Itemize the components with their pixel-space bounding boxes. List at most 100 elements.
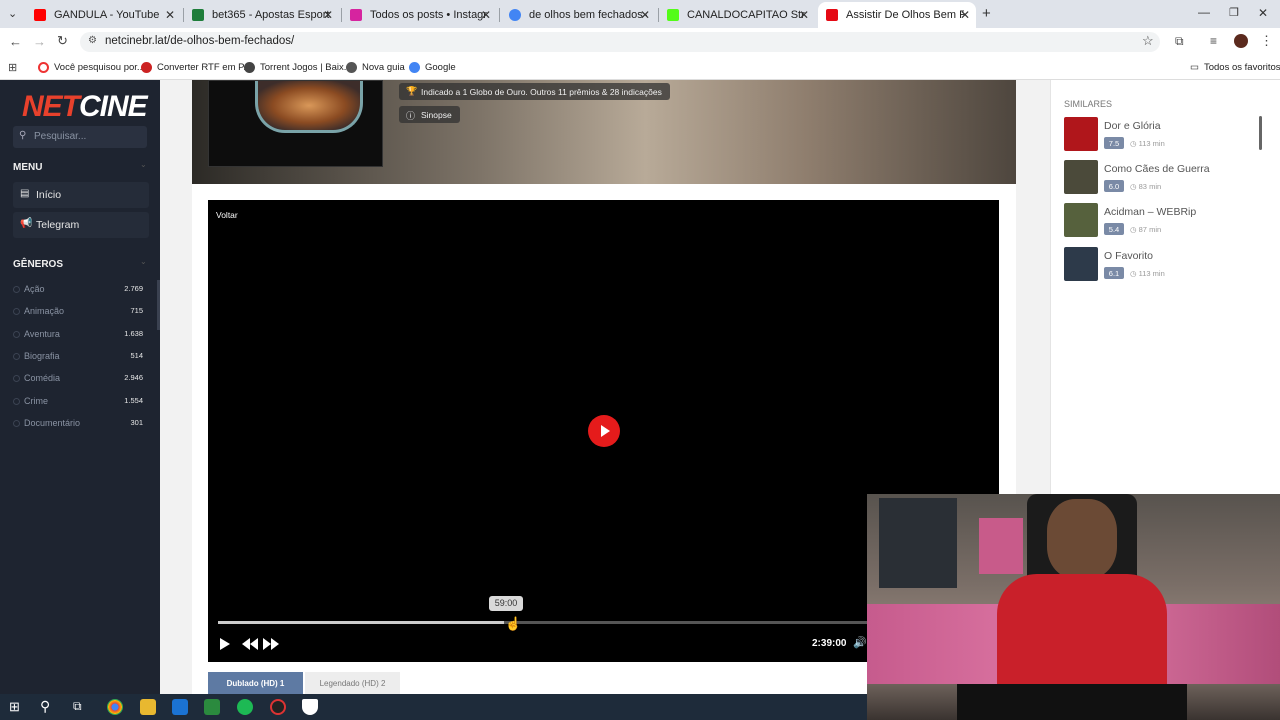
similar-item[interactable]: Dor e Glória 7.5 ◷ 113 min (1064, 117, 1254, 151)
genre-count: 514 (130, 351, 143, 360)
menu-item-inicio[interactable]: ▤ Início (13, 182, 149, 208)
similar-item[interactable]: Como Cães de Guerra 6.0 ◷ 83 min (1064, 160, 1254, 194)
tab-kick[interactable]: CANALDOCAPITAO Stream - W ✕ (659, 2, 815, 28)
play-button[interactable] (588, 415, 620, 447)
fast-forward-icon[interactable] (262, 637, 280, 651)
panel-scrollbar[interactable] (1259, 116, 1262, 150)
media-control-icon[interactable]: ≡ (1210, 34, 1217, 48)
menu-item-label: Início (36, 189, 62, 201)
bookmark-star-icon[interactable]: ☆ (1142, 33, 1154, 49)
similar-item[interactable]: O Favorito 6.1 ◷ 113 min (1064, 247, 1254, 281)
windows-taskbar: ⊞ ⚲ ⧉ (0, 694, 867, 720)
search-input[interactable]: ⚲ Pesquisar... (13, 126, 147, 148)
genre-item[interactable]: Biografia 514 (13, 349, 145, 365)
chevron-down-icon[interactable]: ⌄ (140, 257, 147, 266)
site-logo[interactable]: NETCINE (22, 90, 148, 124)
close-window-icon[interactable]: ✕ (1258, 6, 1268, 20)
circle-icon (13, 308, 20, 315)
apps-grid-icon[interactable]: ⊞ (8, 61, 17, 74)
spotify-icon[interactable] (237, 699, 253, 715)
chevron-down-icon[interactable]: ⌄ (140, 160, 147, 169)
file-explorer-icon[interactable] (140, 699, 156, 715)
bookmark-icon (244, 62, 255, 73)
close-icon[interactable]: ✕ (640, 8, 650, 22)
bookmark-item[interactable]: Nova guia (346, 62, 405, 73)
dubbed-option-button[interactable]: Dublado (HD) 1 (208, 672, 303, 694)
tab-youtube[interactable]: GANDULA - YouTube ✕ (26, 2, 181, 28)
tab-title: CANALDOCAPITAO Stream - W (687, 9, 805, 21)
profile-avatar[interactable] (1234, 34, 1248, 48)
tab-title: GANDULA - YouTube (54, 9, 160, 21)
globe-icon (346, 62, 357, 73)
bookmark-item[interactable]: Torrent Jogos | Baix... (244, 62, 352, 73)
obs-icon[interactable] (270, 699, 286, 715)
play-small-icon[interactable] (218, 637, 232, 651)
menu-heading: MENU (13, 162, 43, 173)
new-tab-icon[interactable]: + (982, 5, 991, 22)
windows-start-icon[interactable]: ⊞ (9, 699, 20, 715)
close-icon[interactable]: ✕ (165, 8, 175, 22)
menu-item-telegram[interactable]: 📢 Telegram (13, 212, 149, 238)
synopsis-label: Sinopse (421, 110, 452, 120)
circle-icon (13, 353, 20, 360)
subtitled-option-button[interactable]: Legendado (HD) 2 (305, 672, 400, 694)
genre-count: 2.769 (124, 284, 143, 293)
reload-icon[interactable]: ↻ (57, 33, 68, 49)
forward-icon[interactable]: → (33, 34, 46, 49)
tab-search-icon[interactable]: ⌄ (8, 7, 17, 20)
similar-duration: ◷ 83 min (1130, 182, 1162, 191)
tab-instagram[interactable]: Todos os posts • Instagram ✕ (342, 2, 497, 28)
minimize-icon[interactable]: — (1198, 5, 1210, 19)
volume-icon[interactable]: 🔊 (853, 636, 867, 649)
restore-icon[interactable]: ❐ (1229, 6, 1239, 19)
genre-item[interactable]: Animação 715 (13, 304, 145, 320)
megaphone-icon: 📢 (20, 218, 33, 229)
genre-item[interactable]: Crime 1.554 (13, 394, 145, 410)
rating-badge: 5.4 (1104, 223, 1124, 235)
tab-title: Assistir De Olhos Bem Fechado (846, 9, 964, 21)
similar-item[interactable]: Acidman – WEBRip 5.4 ◷ 87 min (1064, 203, 1254, 237)
play-icon (601, 425, 610, 437)
awards-text: Indicado a 1 Globo de Ouro. Outros 11 pr… (421, 87, 662, 97)
more-menu-icon[interactable]: ⋮ (1260, 33, 1273, 49)
genres-heading: GÊNEROS (13, 259, 64, 270)
tab-google[interactable]: de olhos bem fechados - Pesqu ✕ (501, 2, 656, 28)
close-icon[interactable]: ✕ (323, 8, 333, 22)
task-view-icon[interactable]: ⧉ (73, 699, 82, 714)
back-link[interactable]: Voltar (216, 210, 238, 220)
duration-text: 83 min (1138, 182, 1162, 191)
site-info-icon[interactable]: ⚙ (88, 35, 97, 46)
store-icon[interactable] (204, 699, 220, 715)
close-icon[interactable]: ✕ (960, 8, 970, 22)
tab-bet365[interactable]: bet365 - Apostas Esportivas On ✕ (184, 2, 339, 28)
search-icon[interactable]: ⚲ (40, 698, 50, 715)
tab-title: de olhos bem fechados - Pesqu (529, 9, 647, 21)
bookmark-item[interactable]: Converter RTF em P... (141, 62, 251, 73)
poster-image (255, 81, 363, 133)
rewind-icon[interactable] (241, 637, 259, 651)
seek-bar[interactable] (218, 621, 868, 624)
tab-netcine-active[interactable]: Assistir De Olhos Bem Fechado ✕ (818, 2, 976, 28)
back-icon[interactable]: ← (9, 34, 22, 49)
all-favorites-folder[interactable]: ▭ Todos os favoritos (1190, 62, 1280, 73)
genre-name: Ação (24, 284, 45, 294)
genre-name: Biografia (24, 351, 60, 361)
bookmark-item[interactable]: Você pesquisou por... (38, 62, 145, 73)
shield-icon[interactable] (302, 699, 318, 715)
picture-on-wall (979, 518, 1023, 574)
cursor-hand-icon: ☝ (505, 616, 522, 631)
genre-item[interactable]: Documentário 301 (13, 416, 145, 432)
mail-icon[interactable] (172, 699, 188, 715)
close-icon[interactable]: ✕ (799, 8, 809, 22)
bookmark-item[interactable]: Google (409, 62, 456, 73)
synopsis-button[interactable]: ⓘ Sinopse (399, 106, 460, 123)
address-bar[interactable]: ⚙ netcinebr.lat/de-olhos-bem-fechados/ ☆ (80, 32, 1160, 52)
genre-item[interactable]: Ação 2.769 (13, 282, 145, 298)
close-icon[interactable]: ✕ (481, 8, 491, 22)
genre-item[interactable]: Comédia 2.946 (13, 371, 145, 387)
chrome-icon[interactable] (107, 699, 123, 715)
extensions-icon[interactable]: ⧉ (1175, 34, 1184, 49)
bookmark-label: Todos os favoritos (1203, 62, 1280, 73)
duration-text: 113 min (1138, 269, 1165, 278)
genre-item[interactable]: Aventura 1.638 (13, 327, 145, 343)
